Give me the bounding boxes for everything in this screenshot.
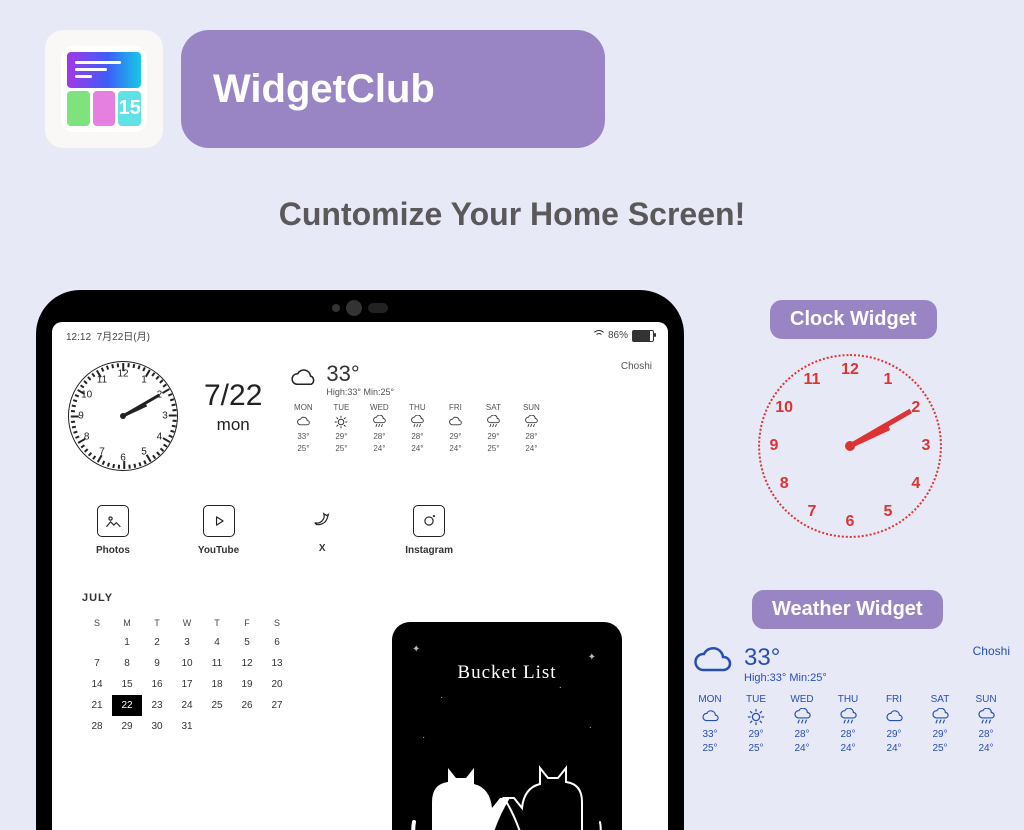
forecast-day: THU28°24°: [402, 403, 432, 453]
app-photos[interactable]: Photos: [96, 505, 130, 556]
cats-illustration: [392, 742, 622, 830]
clock-widget[interactable]: 123456789101112: [68, 361, 178, 471]
logo-number: 15: [118, 91, 141, 127]
weather-widget-preview[interactable]: 33° High:33° Min:25° Choshi MON33°25°TUE…: [690, 644, 1010, 754]
weather-hilo: High:33° Min:25°: [326, 387, 394, 397]
forecast-day: MON33°25°: [690, 694, 730, 754]
app-label: X: [319, 543, 326, 554]
clock-widget-label: Clock Widget: [770, 300, 937, 339]
weather-temp: 33°: [326, 361, 394, 387]
status-date: 7月22日(月): [97, 332, 150, 343]
forecast-day: THU28°24°: [828, 694, 868, 754]
forecast-day: SUN28°24°: [516, 403, 546, 453]
forecast-day: TUE29°25°: [326, 403, 356, 453]
status-bar: 12:12 7月22日(月) 86%: [52, 322, 668, 343]
forecast-day: FRI29°24°: [874, 694, 914, 754]
camera-icon: [413, 505, 445, 537]
brand-title: WidgetClub: [181, 30, 605, 148]
app-logo: 15: [45, 30, 163, 148]
app-instagram[interactable]: Instagram: [405, 505, 453, 556]
app-x[interactable]: X: [307, 505, 337, 556]
promo-weather-temp: 33°: [744, 644, 827, 672]
forecast-day: SAT29°25°: [920, 694, 960, 754]
app-youtube[interactable]: YouTube: [198, 505, 239, 556]
promo-forecast-row: MON33°25°TUE29°25°WED28°24°THU28°24°FRI2…: [690, 694, 1010, 754]
calendar-grid: SMTWTFS123456789101112131415161718192021…: [82, 614, 292, 737]
photo-icon: [97, 505, 129, 537]
app-label: YouTube: [198, 545, 239, 556]
youtube-icon: [203, 505, 235, 537]
date-main: 7/22: [204, 379, 262, 412]
tablet-mockup: 12:12 7月22日(月) 86% 123456789101112 7/22 …: [36, 290, 684, 830]
forecast-day: SUN28°24°: [966, 694, 1006, 754]
battery-icon: [632, 330, 654, 342]
forecast-row: MON33°25° TUE29°25° WED28°24° THU28°24° FRI2…: [288, 403, 652, 453]
forecast-day: WED28°24°: [364, 403, 394, 453]
app-label: Photos: [96, 545, 130, 556]
calendar-widget[interactable]: JULY SMTWTFS1234567891011121314151617181…: [82, 592, 292, 737]
cloud-icon: [690, 644, 734, 678]
bucket-list-widget[interactable]: ✦✦ ·· ·· Bucket List: [392, 622, 622, 830]
app-label: Instagram: [405, 545, 453, 556]
weather-widget-label: Weather Widget: [752, 590, 943, 629]
clock-widget-preview[interactable]: 123456789101112: [758, 354, 942, 538]
date-widget[interactable]: 7/22 mon: [204, 379, 262, 435]
tagline: Cuntomize Your Home Screen!: [0, 196, 1024, 233]
bird-icon: [307, 505, 337, 535]
forecast-day: FRI29°24°: [440, 403, 470, 453]
app-row: Photos YouTube X Instagram: [96, 505, 668, 556]
battery-pct: 86%: [608, 330, 628, 341]
promo-weather-location: Choshi: [973, 644, 1010, 658]
date-sub: mon: [204, 416, 262, 435]
forecast-day: SAT29°25°: [478, 403, 508, 453]
cloud-icon: [288, 369, 318, 389]
wifi-icon: [592, 330, 604, 342]
weather-location: Choshi: [621, 361, 652, 372]
forecast-day: MON33°25°: [288, 403, 318, 453]
calendar-month: JULY: [82, 592, 292, 604]
promo-weather-hilo: High:33° Min:25°: [744, 672, 827, 684]
forecast-day: WED28°24°: [782, 694, 822, 754]
status-time: 12:12: [66, 332, 91, 343]
forecast-day: TUE29°25°: [736, 694, 776, 754]
weather-widget[interactable]: 33° High:33° Min:25° Choshi MON33°25° TUE…: [288, 361, 652, 453]
